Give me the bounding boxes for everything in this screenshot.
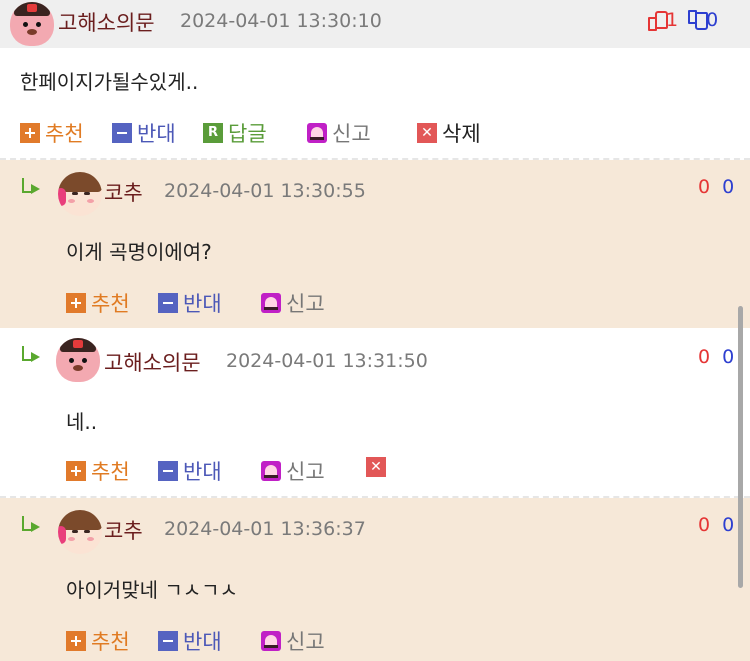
report-button[interactable]: 신고 xyxy=(261,456,325,486)
comment-text: 한페이지가될수있게.. xyxy=(20,70,199,94)
bell-icon xyxy=(261,631,281,651)
author-nickname[interactable]: 코추 xyxy=(104,515,143,545)
report-button[interactable]: 신고 xyxy=(261,288,325,318)
downvote-count[interactable]: 0 xyxy=(722,176,734,198)
downvote-count[interactable]: 0 xyxy=(722,514,734,536)
upvote-count[interactable]: 0 xyxy=(698,346,710,368)
vote-counts: 0 0 xyxy=(698,514,734,536)
downvote-count[interactable]: 0 xyxy=(722,346,734,368)
oppose-button[interactable]: 반대 xyxy=(158,288,222,318)
comment-text: 아이거맞네 ㄱㅅㄱㅅ xyxy=(66,578,238,602)
delete-button[interactable]: ✕ xyxy=(366,456,391,480)
delete-x-icon: ✕ xyxy=(366,457,386,477)
author-nickname[interactable]: 코추 xyxy=(104,177,143,207)
recommend-button[interactable]: 추천 xyxy=(66,456,130,486)
comment-date: 2024-04-01 13:31:50 xyxy=(226,350,428,372)
recommend-button[interactable]: 추천 xyxy=(66,288,130,318)
vote-counts: 1 0 xyxy=(648,9,718,31)
recommend-button[interactable]: 추천 xyxy=(20,118,84,148)
minus-icon xyxy=(158,461,178,481)
thumb-down-icon[interactable] xyxy=(688,9,709,30)
minus-icon xyxy=(158,293,178,313)
comment-date: 2024-04-01 13:30:55 xyxy=(164,180,366,202)
minus-icon xyxy=(158,631,178,651)
delete-x-icon: ✕ xyxy=(417,123,437,143)
oppose-button[interactable]: 반대 xyxy=(112,118,176,148)
beaver-avatar[interactable] xyxy=(56,338,100,382)
oppose-button[interactable]: 반대 xyxy=(158,626,222,656)
thumb-up-icon[interactable] xyxy=(648,10,668,31)
recommend-button[interactable]: 추천 xyxy=(66,626,130,656)
comment-date: 2024-04-01 13:30:10 xyxy=(180,10,382,32)
author-nickname[interactable]: 고해소의문 xyxy=(58,7,155,37)
minus-icon xyxy=(112,123,132,143)
delete-button[interactable]: ✕ 삭제 xyxy=(417,118,481,148)
reply-button[interactable]: R 답글 xyxy=(203,118,267,148)
oppose-button[interactable]: 반대 xyxy=(158,456,222,486)
reply-arrow-icon xyxy=(20,346,44,364)
reply-comment: 코추 2024-04-01 13:36:37 0 0 아이거맞네 ㄱㅅㄱㅅ 추천… xyxy=(0,498,750,661)
bell-icon xyxy=(307,123,327,143)
comment-text: 네.. xyxy=(66,410,98,434)
reply-r-icon: R xyxy=(203,123,223,143)
comment-text: 이게 곡명이에여? xyxy=(66,240,212,264)
beaver-avatar[interactable] xyxy=(10,2,54,46)
report-button[interactable]: 신고 xyxy=(261,626,325,656)
reply-arrow-icon xyxy=(20,178,44,196)
reply-comment: 고해소의문 2024-04-01 13:31:50 0 0 네.. 추천 반대 … xyxy=(0,328,750,496)
comment-header: 고해소의문 2024-04-01 13:30:10 1 0 xyxy=(0,0,750,48)
report-button[interactable]: 신고 xyxy=(307,118,371,148)
author-nickname[interactable]: 고해소의문 xyxy=(104,347,201,377)
plus-icon xyxy=(66,293,86,313)
comment-date: 2024-04-01 13:36:37 xyxy=(164,518,366,540)
bell-icon xyxy=(261,293,281,313)
vote-counts: 0 0 xyxy=(698,346,734,368)
plus-icon xyxy=(66,461,86,481)
reply-comment: 코추 2024-04-01 13:30:55 0 0 이게 곡명이에여? 추천 … xyxy=(0,160,750,328)
upvote-count[interactable]: 0 xyxy=(698,514,710,536)
girl-avatar[interactable] xyxy=(58,510,102,554)
scrollbar[interactable] xyxy=(738,306,743,588)
bell-icon xyxy=(261,461,281,481)
comment: 고해소의문 2024-04-01 13:30:10 1 0 한페이지가될수있게.… xyxy=(0,0,750,158)
plus-icon xyxy=(66,631,86,651)
girl-avatar[interactable] xyxy=(58,172,102,216)
vote-counts: 0 0 xyxy=(698,176,734,198)
upvote-count[interactable]: 0 xyxy=(698,176,710,198)
plus-icon xyxy=(20,123,40,143)
reply-arrow-icon xyxy=(20,516,44,534)
